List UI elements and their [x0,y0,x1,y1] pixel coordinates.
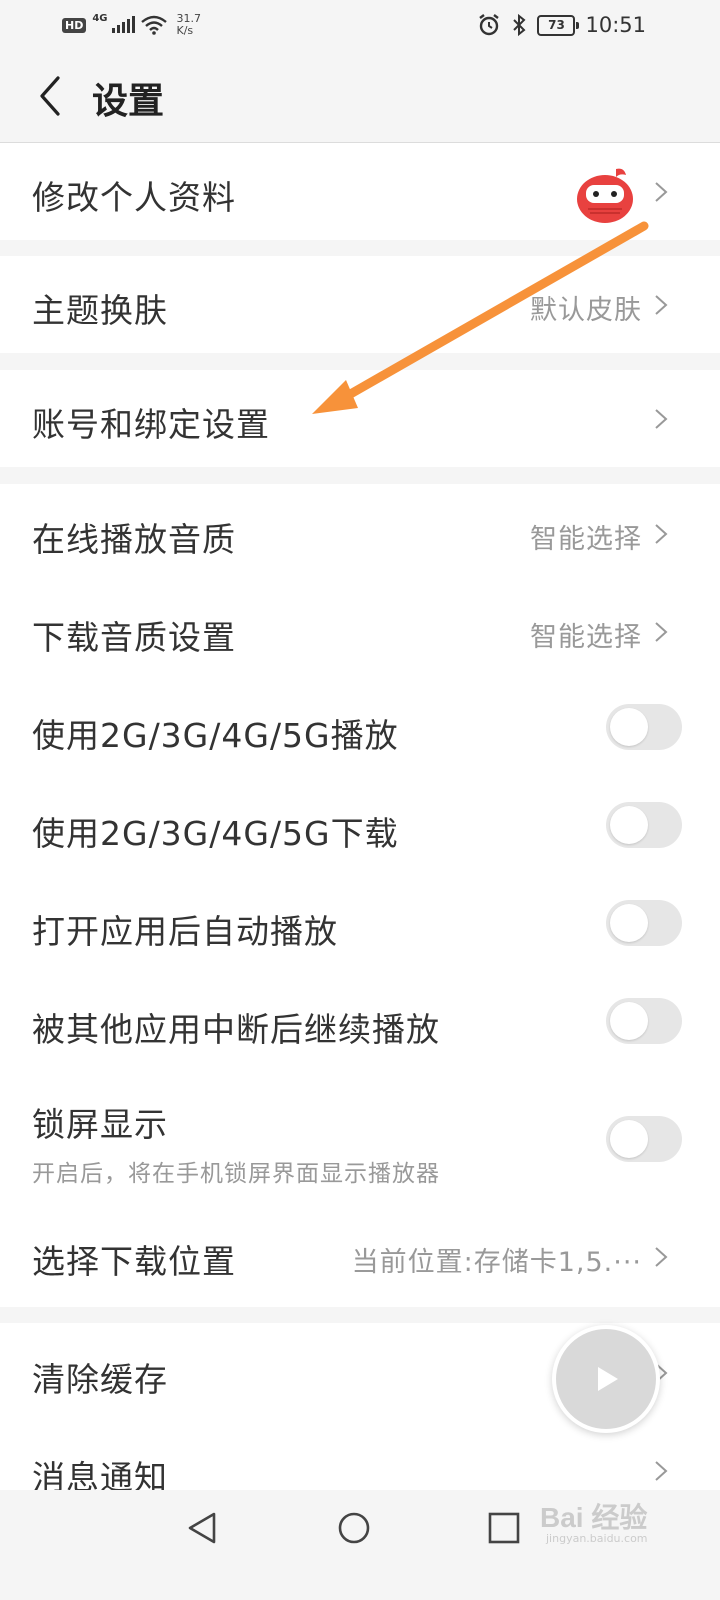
settings-group-theme: 主题换肤 默认皮肤 [0,256,720,353]
bluetooth-icon [513,13,526,37]
top-app-bar: 设置 [0,50,720,143]
status-time: 10:51 [585,13,646,37]
row-label: 使用2G/3G/4G/5G下载 [32,814,399,853]
toggle-autoplay[interactable] [606,900,682,946]
watermark-sub: jingyan.baidu.com [546,1532,648,1545]
page-title: 设置 [92,81,165,122]
row-label: 下载音质设置 [32,618,236,657]
row-value: 默认皮肤 [530,295,642,326]
row-theme[interactable]: 主题换肤 默认皮肤 [0,256,720,353]
nav-back-icon[interactable] [184,1510,220,1546]
play-icon [598,1367,618,1391]
chevron-right-icon [655,409,668,429]
toggle-mobile-play[interactable] [606,704,682,750]
row-account-binding[interactable]: 账号和绑定设置 [0,370,720,467]
row-label: 打开应用后自动播放 [32,912,338,951]
nav-home-icon[interactable] [336,1510,372,1546]
row-label: 被其他应用中断后继续播放 [32,1010,440,1049]
row-label: 在线播放音质 [32,520,236,559]
row-mobile-play: 使用2G/3G/4G/5G播放 [0,680,720,778]
row-subtitle: 开启后，将在手机锁屏界面显示播放器 [32,1161,440,1187]
row-download-location[interactable]: 选择下载位置 当前位置:存储卡1,5.··· [0,1200,720,1307]
chevron-right-icon [655,524,668,544]
toggle-knob [610,708,648,746]
row-label: 锁屏显示 [32,1105,168,1144]
row-label: 账号和绑定设置 [32,405,270,444]
chevron-right-icon [655,1247,668,1267]
row-edit-profile[interactable]: 修改个人资料 [0,143,720,240]
row-label: 修改个人资料 [32,178,236,217]
chevron-right-icon [655,182,668,202]
row-label: 选择下载位置 [32,1242,236,1281]
row-lockscreen: 锁屏显示 开启后，将在手机锁屏界面显示播放器 [0,1072,720,1200]
status-bar: HD 4G 31.7 K/s 73 10:51 [0,0,720,50]
toggle-mobile-download[interactable] [606,802,682,848]
row-value: 当前位置:存储卡1,5.··· [351,1247,642,1278]
toggle-knob [610,904,648,942]
alarm-icon [479,14,500,36]
back-icon[interactable] [30,74,70,118]
settings-group-account: 账号和绑定设置 [0,370,720,467]
watermark-text: Bai 经验 [540,1502,648,1533]
avatar-icon [577,168,633,223]
floating-play-button[interactable] [552,1325,660,1433]
row-label: 使用2G/3G/4G/5G播放 [32,716,399,755]
row-online-quality[interactable]: 在线播放音质 智能选择 [0,484,720,582]
toggle-knob [610,1002,648,1040]
toggle-lockscreen[interactable] [606,1116,682,1162]
row-value: 智能选择 [530,524,642,555]
chevron-right-icon [655,622,668,642]
row-label: 主题换肤 [32,291,168,330]
settings-group-playback: 在线播放音质 智能选择 下载音质设置 智能选择 使用2G/3G/4G/5G播放 … [0,484,720,1307]
row-resume-playback: 被其他应用中断后继续播放 [0,974,720,1072]
hd-badge: HD [62,17,87,33]
row-download-quality[interactable]: 下载音质设置 智能选择 [0,582,720,680]
toggle-knob [610,806,648,844]
row-mobile-download: 使用2G/3G/4G/5G下载 [0,778,720,876]
nav-recents-icon[interactable] [486,1510,522,1546]
status-left: HD 4G 31.7 K/s [62,10,201,40]
net-speed: 31.7 K/s [177,13,202,37]
row-label: 清除缓存 [32,1360,168,1399]
toggle-knob [610,1120,648,1158]
signal-icon [111,16,135,33]
row-autoplay: 打开应用后自动播放 [0,876,720,974]
row-label: 消息通知 [32,1458,168,1490]
baidu-watermark: Bai 经验 jingyan.baidu.com [540,1488,670,1558]
net-speed-unit: K/s [176,24,194,37]
row-value: 智能选择 [530,622,642,653]
chevron-right-icon [655,1461,668,1481]
status-right: 73 10:51 [477,10,646,40]
wifi-icon [140,15,167,35]
chevron-right-icon [655,295,668,315]
toggle-resume-playback[interactable] [606,998,682,1044]
network-type: 4G [92,12,108,24]
battery-indicator: 73 [537,14,580,36]
settings-group-profile: 修改个人资料 [0,143,720,240]
